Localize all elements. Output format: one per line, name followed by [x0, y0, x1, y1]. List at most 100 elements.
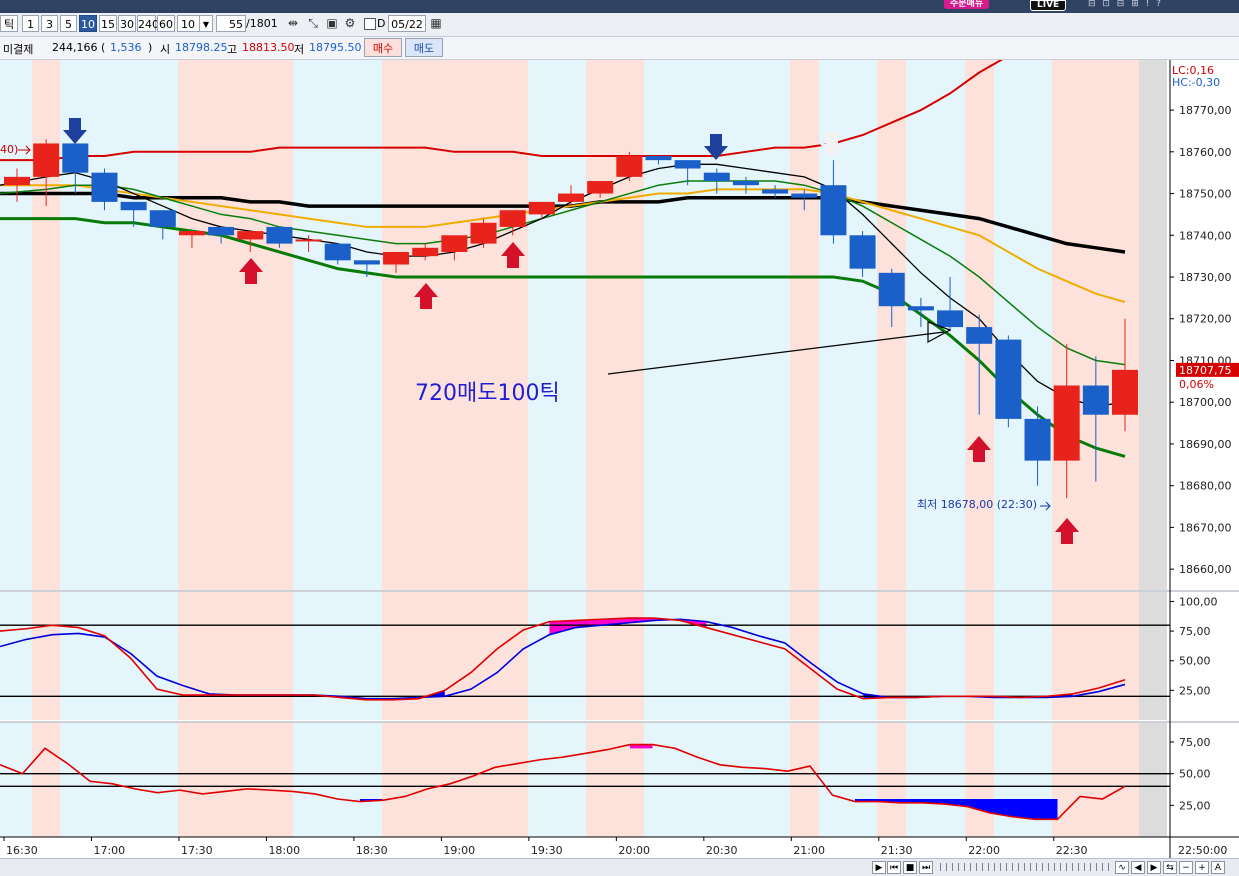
calendar-icon[interactable]: ▦: [427, 15, 445, 32]
time-tick-label: 19:00: [443, 844, 475, 857]
zoom-out-icon[interactable]: −: [1179, 861, 1193, 874]
session-band: [382, 592, 528, 720]
price-tick-label: 18700,00: [1179, 396, 1232, 409]
period-type-button[interactable]: 틱: [0, 15, 18, 32]
time-tick-label: 20:00: [618, 844, 650, 857]
save-icon[interactable]: ▣: [323, 15, 341, 32]
buy-button[interactable]: 매수: [364, 38, 402, 57]
time-tick-label: 20:30: [706, 844, 738, 857]
fit-icon[interactable]: ⇆: [1163, 861, 1177, 874]
candle-down: [703, 172, 730, 182]
price-tick-label: 18740,00: [1179, 229, 1232, 242]
low-annotation: 최저 18678,00 (22:30): [917, 498, 1037, 511]
order-menu-badge[interactable]: 주문매뉴: [944, 0, 990, 9]
session-band: [586, 592, 644, 720]
window-controls[interactable]: ⊟ ⊡ ⊟ ⊞ ! ?: [1088, 0, 1163, 9]
session-band: [557, 592, 586, 720]
stoch-tick-label: 75,00: [1179, 625, 1211, 638]
session-band: [0, 592, 32, 720]
session-band: [586, 723, 644, 837]
session-band: [1052, 592, 1139, 720]
period-button-3[interactable]: 3: [41, 15, 58, 32]
candle-down: [324, 243, 351, 261]
session-band: [293, 60, 382, 590]
session-band: [1139, 723, 1167, 837]
candle-down: [732, 181, 759, 186]
current-price: 18707,75: [1179, 364, 1232, 377]
annotation-text: 720매도100틱: [415, 381, 560, 406]
zoom-reset-icon[interactable]: A: [1211, 861, 1225, 874]
session-band: [994, 592, 1052, 720]
chart-type-icon[interactable]: ∿: [1115, 861, 1129, 874]
time-end-label: 22:50:00: [1178, 844, 1227, 857]
session-band: [528, 723, 557, 837]
session-band: [528, 592, 557, 720]
session-band: [1052, 60, 1139, 590]
range-input[interactable]: 55: [216, 15, 246, 32]
price-tick-label: 18660,00: [1179, 563, 1232, 576]
low-label: 저: [294, 43, 305, 56]
period-button-10[interactable]: 10: [79, 15, 97, 32]
period-button-30[interactable]: 30: [118, 15, 136, 32]
forward-icon[interactable]: ⏭: [919, 861, 933, 874]
rsi-tick-label: 25,00: [1179, 799, 1211, 812]
candle-up: [295, 239, 322, 242]
time-tick-label: 17:00: [93, 844, 125, 857]
candle-up: [499, 210, 526, 227]
session-band: [32, 723, 60, 837]
zoom-in-icon[interactable]: +: [1195, 861, 1209, 874]
candle-down: [208, 226, 235, 236]
open-label: 시: [160, 43, 171, 56]
session-band: [557, 723, 586, 837]
scroll-track[interactable]: [940, 863, 1110, 871]
candle-down: [120, 201, 147, 211]
sell-button[interactable]: 매도: [405, 38, 443, 57]
period-button-5[interactable]: 5: [60, 15, 77, 32]
scroll-right-icon[interactable]: ▶: [1147, 861, 1161, 874]
date-check-label: D: [377, 17, 386, 30]
candle-down: [1082, 385, 1109, 415]
candle-down: [966, 327, 993, 344]
session-band: [0, 723, 32, 837]
period-button-1[interactable]: 1: [22, 15, 39, 32]
candle-up: [237, 231, 264, 240]
price-tick-label: 18750,00: [1179, 188, 1232, 201]
play-icon[interactable]: ▶: [872, 861, 886, 874]
time-tick-label: 18:30: [356, 844, 388, 857]
date-input[interactable]: 05/22: [388, 15, 426, 32]
date-checkbox[interactable]: [364, 18, 376, 30]
session-band: [644, 723, 790, 837]
candle-down: [353, 260, 380, 265]
session-band: [60, 592, 178, 720]
stop-icon[interactable]: ■: [903, 861, 917, 874]
crosshair-tool-icon[interactable]: ⤡: [304, 15, 322, 32]
rewind-icon[interactable]: ⏮: [887, 861, 901, 874]
session-band: [528, 60, 557, 590]
session-band: [60, 723, 178, 837]
live-badge[interactable]: LIVE: [1030, 0, 1067, 11]
chart-scroll-bar[interactable]: ▶ ⏮ ■ ⏭ ∿ ◀ ▶ ⇆ − + A: [0, 858, 1239, 876]
session-band: [1139, 60, 1167, 590]
chart-area[interactable]: 720매도100틱 40) 최저 18678,00 (22:30) 18770,00 1…: [0, 60, 1239, 858]
candle-down: [1024, 418, 1051, 461]
candle-down: [849, 235, 876, 269]
time-tick-label: 22:00: [968, 844, 1000, 857]
session-band: [906, 592, 965, 720]
price-tick-label: 18720,00: [1179, 313, 1232, 326]
session-band: [877, 723, 906, 837]
candle-up: [1112, 369, 1138, 415]
time-tick-label: 21:30: [881, 844, 913, 857]
time-tick-label: 16:30: [6, 844, 38, 857]
scroll-left-icon[interactable]: ◀: [1131, 861, 1145, 874]
bar-spacing-icon[interactable]: ⇹: [284, 15, 302, 32]
period-button-15[interactable]: 15: [99, 15, 117, 32]
high-value: 18813.50: [242, 41, 295, 54]
period-button-240[interactable]: 240: [137, 15, 159, 32]
gear-icon[interactable]: ⚙: [341, 15, 359, 32]
range-total: /1801: [246, 17, 278, 30]
count-dropdown-chevron-icon[interactable]: ▼: [199, 15, 213, 32]
session-band: [293, 723, 382, 837]
stoch-tick-label: 50,00: [1179, 655, 1211, 668]
period-button-60[interactable]: 60: [157, 15, 175, 32]
session-band: [1139, 592, 1167, 720]
